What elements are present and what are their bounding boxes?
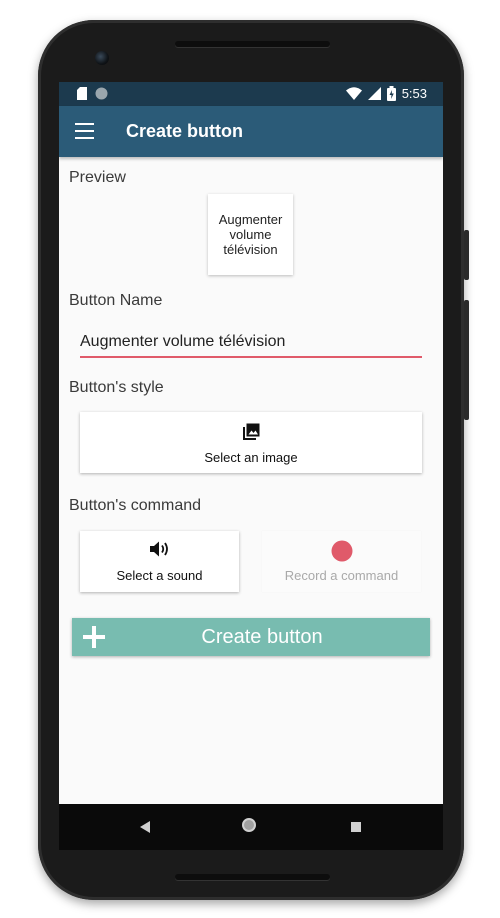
bottom-speaker [175,874,330,880]
back-icon[interactable] [139,820,151,834]
sd-card-icon [77,87,87,100]
volume-button [464,230,469,280]
select-sound-button[interactable]: Select a sound [80,531,239,592]
button-preview: Augmenter volume télévision [208,194,293,275]
battery-charging-icon [386,86,396,101]
navigation-bar [59,804,443,850]
select-image-label: Select an image [204,450,298,465]
page-title: Create button [126,121,243,141]
hamburger-menu-icon[interactable] [75,123,94,139]
record-command-label: Record a command [284,568,399,583]
home-icon[interactable] [242,818,256,832]
button-command-label: Button's command [69,497,202,514]
select-sound-label: Select a sound [116,568,203,583]
recents-icon[interactable] [351,822,361,832]
record-command-button[interactable]: Record a command [262,531,421,592]
button-style-label: Button's style [69,379,164,396]
create-button[interactable]: Create button [72,618,430,656]
image-library-icon [243,423,260,440]
speaker-volume-icon [150,541,168,557]
status-bar: 5:53 [59,82,443,106]
create-button-label: Create button [201,626,323,648]
select-image-button[interactable]: Select an image [80,412,422,473]
preview-button-text: Augmenter volume télévision [218,212,283,257]
signal-icon [367,87,381,100]
button-name-input[interactable] [80,328,422,358]
wifi-icon [345,87,362,100]
record-dot-icon [331,540,353,562]
app-screen: 5:53 Create button Preview Augmenter vol… [59,82,443,850]
button-name-label: Button Name [69,292,163,309]
power-button [464,300,469,420]
earpiece-speaker [175,41,330,47]
app-bar: Create button [59,106,443,157]
status-time: 5:53 [401,86,427,101]
preview-label: Preview [69,169,126,186]
front-camera [95,51,109,65]
circle-notification-icon [95,87,108,100]
